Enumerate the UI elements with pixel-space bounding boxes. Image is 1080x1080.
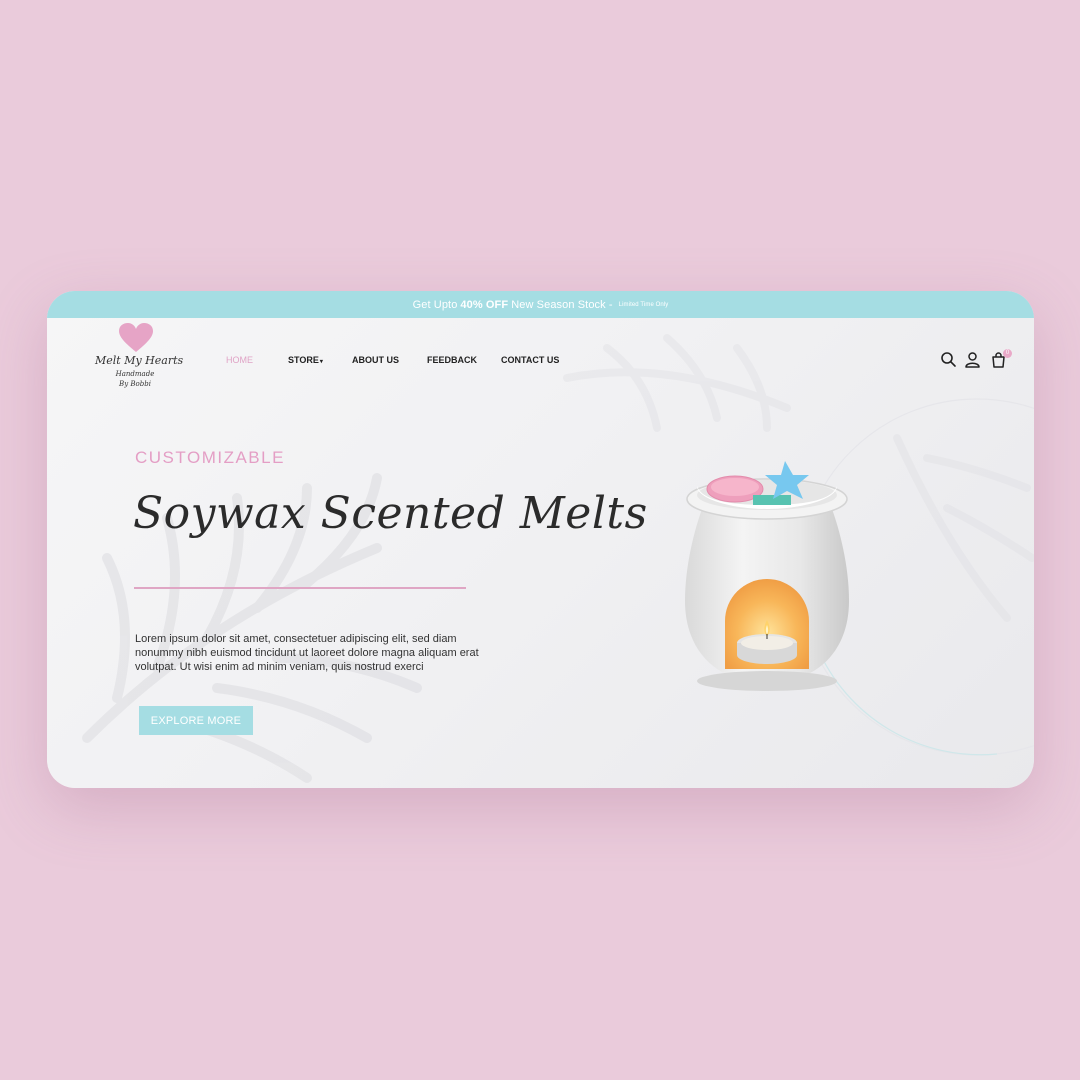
promo-prefix: Get Upto bbox=[412, 298, 458, 311]
wax-burner-image bbox=[685, 461, 849, 691]
explore-more-button[interactable]: EXPLORE MORE bbox=[139, 706, 253, 735]
nav-home[interactable]: HOME bbox=[226, 355, 253, 365]
nav-feedback[interactable]: FEEDBACK bbox=[427, 355, 477, 365]
cart-count-badge: 0 bbox=[1003, 349, 1012, 358]
hero-title: Soywax Scented Melts bbox=[133, 488, 648, 539]
promo-suffix: New Season Stock - bbox=[511, 298, 613, 311]
nav-about-us[interactable]: ABOUT US bbox=[352, 355, 399, 365]
caret-down-icon: ▾ bbox=[319, 359, 323, 365]
brand-name: Melt My Hearts bbox=[95, 354, 184, 367]
hero-description: Lorem ipsum dolor sit amet, consectetuer… bbox=[135, 633, 479, 673]
brand-tagline-2: By Bobbi bbox=[119, 380, 151, 388]
hero-card: Get Upto 40% OFF New Season Stock - Limi… bbox=[47, 291, 1034, 788]
user-icon[interactable] bbox=[964, 351, 981, 368]
nav-contact-us[interactable]: CONTACT US bbox=[501, 355, 559, 365]
promo-highlight: 40% OFF bbox=[460, 298, 509, 311]
hero-eyebrow: CUSTOMIZABLE bbox=[135, 448, 285, 467]
nav-store-label: STORE bbox=[288, 355, 319, 365]
brand-tagline-1: Handmade bbox=[115, 370, 155, 378]
search-icon[interactable] bbox=[940, 351, 957, 368]
hero-divider bbox=[134, 587, 466, 589]
promo-bar: Get Upto 40% OFF New Season Stock - Limi… bbox=[47, 291, 1034, 318]
nav-store[interactable]: STORE▾ bbox=[288, 355, 323, 365]
brand-logo[interactable]: Melt My Hearts Handmade By Bobbi bbox=[95, 323, 184, 393]
heart-icon bbox=[119, 323, 153, 352]
promo-note: Limited Time Only bbox=[618, 301, 669, 308]
